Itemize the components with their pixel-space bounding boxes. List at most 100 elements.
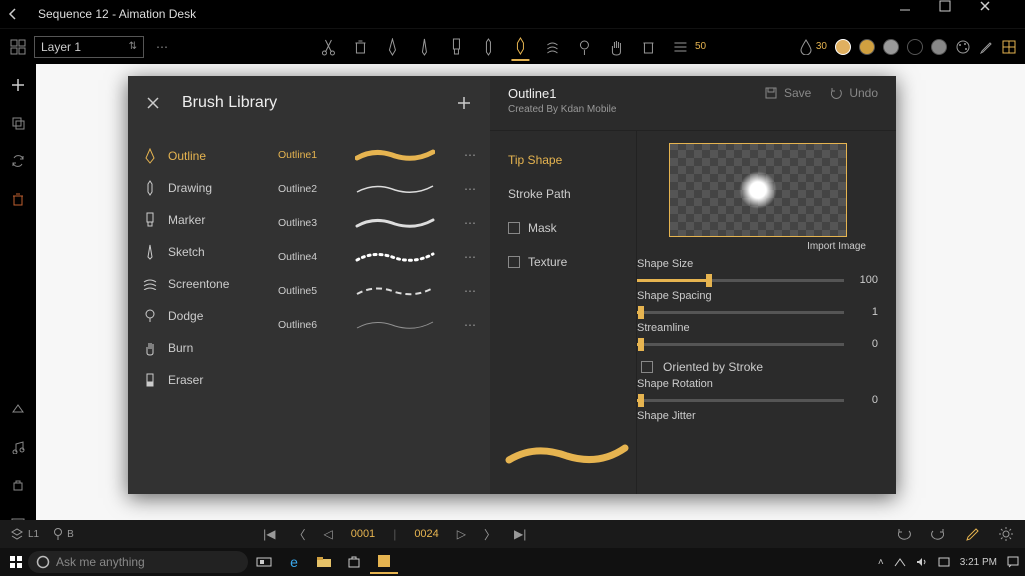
undo-button[interactable] [895,525,913,543]
category-drawing[interactable]: Drawing [128,172,268,204]
brush-item[interactable]: Outline5 ⋯ [274,274,484,308]
tray-clock[interactable]: 3:21 PM [960,557,997,568]
brush-more-icon[interactable]: ⋯ [460,318,480,332]
category-marker[interactable]: Marker [128,204,268,236]
lines-tool[interactable] [671,33,689,61]
undo-button[interactable]: Undo [829,86,878,100]
export-icon[interactable] [9,476,27,494]
shape-size-slider[interactable] [637,279,844,282]
swatch-5[interactable] [931,39,947,55]
back-button[interactable] [6,7,30,21]
category-dodge[interactable]: Dodge [128,300,268,332]
settings-gear-icon[interactable] [997,525,1015,543]
brush-item[interactable]: Outline2 ⋯ [274,172,484,206]
shape-icon[interactable] [9,400,27,418]
edge-icon[interactable]: e [280,550,308,574]
layer-select[interactable]: Layer 1 ⇅ [34,36,144,58]
pen-tool-1[interactable] [383,33,401,61]
modal-close-button[interactable] [146,96,164,110]
modal-title: Brush Library [182,94,438,112]
oriented-checkbox[interactable] [641,361,653,373]
music-icon[interactable] [9,438,27,456]
sync-icon[interactable] [9,152,27,170]
total-frames: 0024 [414,528,438,540]
streamline-slider[interactable] [637,343,844,346]
trash-icon[interactable] [9,190,27,208]
copy-icon[interactable] [9,114,27,132]
category-screentone[interactable]: Screentone [128,268,268,300]
layer-more-button[interactable]: ⋯ [150,40,174,54]
current-frame: 0001 [351,528,375,540]
last-frame-button[interactable]: ▶| [514,527,526,541]
brush-item[interactable]: Outline3 ⋯ [274,206,484,240]
prev-frame-button[interactable]: 〈 [293,526,305,543]
start-button[interactable] [6,552,26,572]
tray-up-icon[interactable]: ˄ [878,557,884,568]
checkbox-icon[interactable] [508,256,520,268]
nav-tip-shape[interactable]: Tip Shape [490,143,636,177]
save-button[interactable]: Save [764,86,811,100]
taskbar-search[interactable]: Ask me anything [28,551,248,573]
play-button[interactable]: ▷ [457,527,466,541]
marker-tool[interactable] [447,33,465,61]
tray-lang-icon[interactable] [938,557,950,567]
hand-tool[interactable] [607,33,625,61]
explorer-icon[interactable] [310,550,338,574]
smudge-tool[interactable] [543,33,561,61]
trash-tool[interactable] [351,33,369,61]
nav-mask[interactable]: Mask [490,211,636,245]
eyedropper-icon[interactable] [979,40,993,54]
store-icon[interactable] [340,550,368,574]
pencil-tool[interactable] [479,33,497,61]
task-view-icon[interactable] [250,550,278,574]
cut-tool[interactable] [319,33,337,61]
layers-icon[interactable] [1001,39,1017,55]
tray-network-icon[interactable] [894,557,906,567]
pen-tool-2[interactable] [415,33,433,61]
redo-button[interactable] [929,525,947,543]
swatch-3[interactable] [883,39,899,55]
brush-more-icon[interactable]: ⋯ [460,182,480,196]
import-image-button[interactable]: Import Image [637,241,866,252]
minimize-button[interactable] [899,0,939,28]
brush-tool[interactable] [511,33,529,61]
add-icon[interactable] [9,76,27,94]
swatch-4[interactable] [907,39,923,55]
brush-more-icon[interactable]: ⋯ [460,250,480,264]
palette-icon[interactable] [955,39,971,55]
brush-item[interactable]: Outline1 ⋯ [274,138,484,172]
shape-spacing-slider[interactable] [637,311,844,314]
next-frame-button[interactable]: 〉 [484,526,496,543]
prev-key-button[interactable]: ◁ [323,527,332,541]
bucket-tool[interactable] [639,33,657,61]
tray-volume-icon[interactable] [916,557,928,567]
brush-item[interactable]: Outline4 ⋯ [274,240,484,274]
close-button[interactable] [979,0,1019,28]
nav-texture[interactable]: Texture [490,245,636,279]
category-outline[interactable]: Outline [128,140,268,172]
brush-more-icon[interactable]: ⋯ [460,284,480,298]
grid-icon[interactable] [8,37,28,57]
bulb-indicator[interactable]: B [53,527,74,541]
brush-item[interactable]: Outline6 ⋯ [274,308,484,342]
edit-pencil-icon[interactable] [963,525,981,543]
maximize-button[interactable] [939,0,979,28]
modal-add-button[interactable] [456,95,472,111]
nav-stroke-path[interactable]: Stroke Path [490,177,636,211]
checkbox-icon[interactable] [508,222,520,234]
droplet-icon[interactable] [800,39,812,55]
swatch-1[interactable] [835,39,851,55]
category-eraser[interactable]: Eraser [128,364,268,396]
swatch-2[interactable] [859,39,875,55]
category-burn[interactable]: Burn [128,332,268,364]
layer-indicator[interactable]: L1 [10,528,39,540]
first-frame-button[interactable]: |◀ [263,527,275,541]
tip-preview[interactable] [669,143,847,237]
brush-more-icon[interactable]: ⋯ [460,216,480,230]
app-icon[interactable] [370,550,398,574]
tray-notifications-icon[interactable] [1007,556,1019,568]
category-sketch[interactable]: Sketch [128,236,268,268]
shape-rotation-slider[interactable] [637,399,844,402]
dodge-tool[interactable] [575,33,593,61]
brush-more-icon[interactable]: ⋯ [460,148,480,162]
